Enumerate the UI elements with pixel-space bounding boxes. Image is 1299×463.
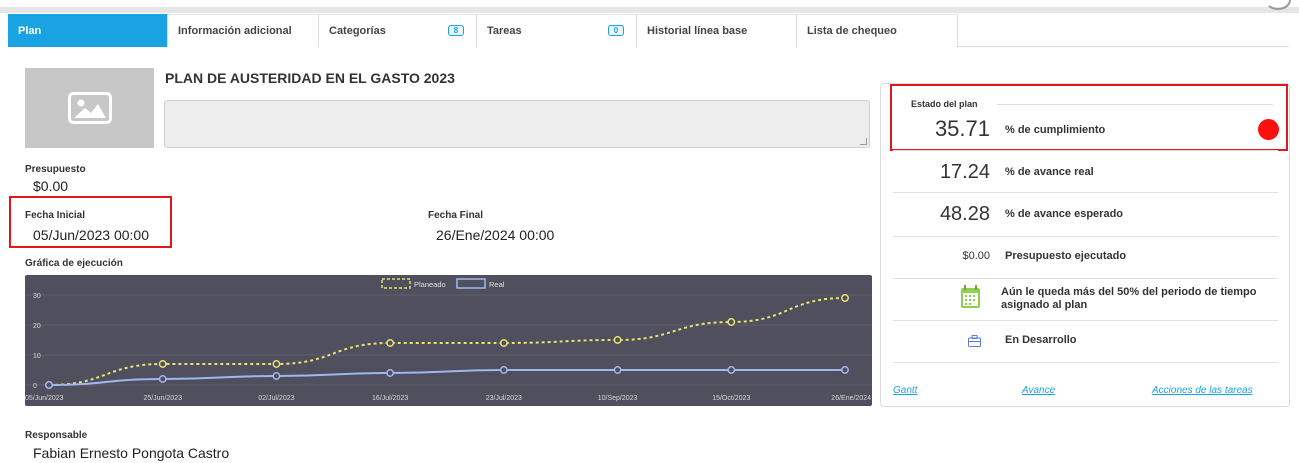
data-point-planeado bbox=[499, 339, 508, 347]
data-point-planeado bbox=[386, 339, 395, 347]
row-divider bbox=[893, 362, 1278, 363]
x-tick-label: 16/Jul/2023 bbox=[372, 395, 408, 402]
data-point-real bbox=[499, 366, 508, 374]
tab-bar: Plan Información adicional Categorías 8 T… bbox=[8, 14, 1289, 47]
real-progress-value: 17.24 bbox=[939, 161, 990, 183]
tab-categorias[interactable]: Categorías 8 bbox=[319, 14, 477, 47]
data-point-planeado bbox=[727, 318, 736, 326]
task-actions-link[interactable]: Acciones de las tareas bbox=[1152, 385, 1253, 396]
top-strip bbox=[0, 0, 1299, 13]
tab-categorias-label: Categorías bbox=[329, 25, 386, 37]
expected-progress-label: % de avance esperado bbox=[1005, 208, 1124, 220]
row-divider bbox=[893, 150, 1278, 151]
tab-historial-label: Historial línea base bbox=[647, 25, 748, 37]
state-text: En Desarrollo bbox=[1005, 334, 1077, 346]
data-point-real bbox=[272, 372, 281, 380]
progress-link[interactable]: Avance bbox=[1022, 385, 1055, 396]
expected-progress-value: 48.28 bbox=[939, 203, 990, 225]
owner-value: Fabian Ernesto Pongota Castro bbox=[33, 445, 230, 461]
x-tick-label: 02/Jul/2023 bbox=[258, 395, 294, 402]
x-tick-label: 05/Jun/2023 bbox=[25, 395, 64, 402]
data-point-planeado bbox=[613, 336, 622, 344]
data-point-real bbox=[45, 381, 53, 389]
real-progress-label: % de avance real bbox=[1005, 166, 1094, 178]
data-point-real bbox=[727, 366, 736, 374]
series-line-real bbox=[48, 369, 845, 386]
legend-swatch bbox=[381, 278, 411, 289]
data-point-real bbox=[841, 366, 849, 374]
period-text: Aún le queda más del 50% del periodo de … bbox=[1001, 286, 1257, 311]
tab-plan[interactable]: Plan bbox=[8, 14, 168, 47]
legend-label: Planeado bbox=[414, 280, 446, 289]
legend-swatch bbox=[456, 278, 486, 289]
tab-lista-label: Lista de chequeo bbox=[807, 25, 897, 37]
tab-informacion-adicional[interactable]: Información adicional bbox=[168, 14, 319, 47]
data-point-planeado bbox=[272, 360, 281, 368]
chart-label: Gráfica de ejecución bbox=[25, 258, 123, 269]
description-textarea[interactable] bbox=[164, 100, 870, 148]
tab-plan-label: Plan bbox=[18, 25, 42, 37]
row-divider bbox=[893, 320, 1278, 321]
gantt-link[interactable]: Gantt bbox=[893, 385, 917, 396]
calendar-icon bbox=[960, 285, 981, 314]
budget-value: $0.00 bbox=[33, 178, 69, 194]
tab-lista-chequeo[interactable]: Lista de chequeo bbox=[797, 14, 958, 47]
end-date-value: 26/Ene/2024 00:00 bbox=[436, 227, 555, 243]
briefcase-icon bbox=[968, 334, 981, 352]
data-point-real bbox=[158, 375, 167, 383]
data-point-planeado bbox=[158, 360, 167, 368]
executed-budget-value: $0.00 bbox=[962, 250, 990, 262]
owner-label: Responsable bbox=[25, 430, 88, 441]
execution-chart-svg: 0 10 20 30 05/Jun/2023 25/Jun/2023 02/Jul/2023… bbox=[25, 278, 872, 402]
data-point-real bbox=[386, 369, 395, 377]
x-tick-label: 25/Jun/2023 bbox=[143, 395, 182, 402]
y-tick-label: 30 bbox=[33, 293, 41, 300]
tab-tareas[interactable]: Tareas 0 bbox=[477, 14, 637, 47]
start-date-highlight bbox=[9, 196, 172, 248]
plan-image[interactable] bbox=[25, 68, 154, 148]
tab-tareas-label: Tareas bbox=[487, 25, 522, 37]
image-placeholder-icon bbox=[67, 92, 112, 124]
legend-label: Real bbox=[489, 280, 505, 289]
x-tick-label: 10/Sep/2023 bbox=[598, 395, 638, 402]
row-divider bbox=[893, 236, 1278, 237]
plan-title: PLAN DE AUSTERIDAD EN EL GASTO 2023 bbox=[165, 70, 455, 86]
x-tick-label: 26/Ene/2024 bbox=[831, 395, 871, 402]
x-tick-label: 15/Oct/2023 bbox=[712, 395, 750, 402]
end-date-label: Fecha Final bbox=[428, 210, 484, 221]
data-point-planeado bbox=[841, 294, 849, 302]
y-tick-label: 20 bbox=[33, 323, 41, 330]
data-point-real bbox=[613, 366, 622, 374]
executed-budget-label: Presupuesto ejecutado bbox=[1005, 250, 1127, 262]
tab-historial-linea-base[interactable]: Historial línea base bbox=[637, 14, 797, 47]
x-tick-label: 23/Jul/2023 bbox=[486, 395, 522, 402]
execution-chart: 0 10 20 30 05/Jun/2023 25/Jun/2023 02/Jul/2023… bbox=[25, 275, 872, 406]
categorias-count-badge: 8 bbox=[448, 25, 464, 36]
tab-informacion-label: Información adicional bbox=[178, 25, 292, 37]
budget-label: Presupuesto bbox=[25, 164, 86, 175]
tareas-count-badge: 0 bbox=[608, 25, 624, 36]
resize-grip[interactable] bbox=[860, 138, 867, 145]
row-divider bbox=[893, 278, 1278, 279]
row-divider bbox=[893, 192, 1278, 193]
y-tick-label: 10 bbox=[33, 353, 41, 360]
compliance-highlight bbox=[890, 84, 1288, 151]
y-tick-label: 0 bbox=[33, 383, 37, 390]
top-divider bbox=[0, 7, 1299, 13]
